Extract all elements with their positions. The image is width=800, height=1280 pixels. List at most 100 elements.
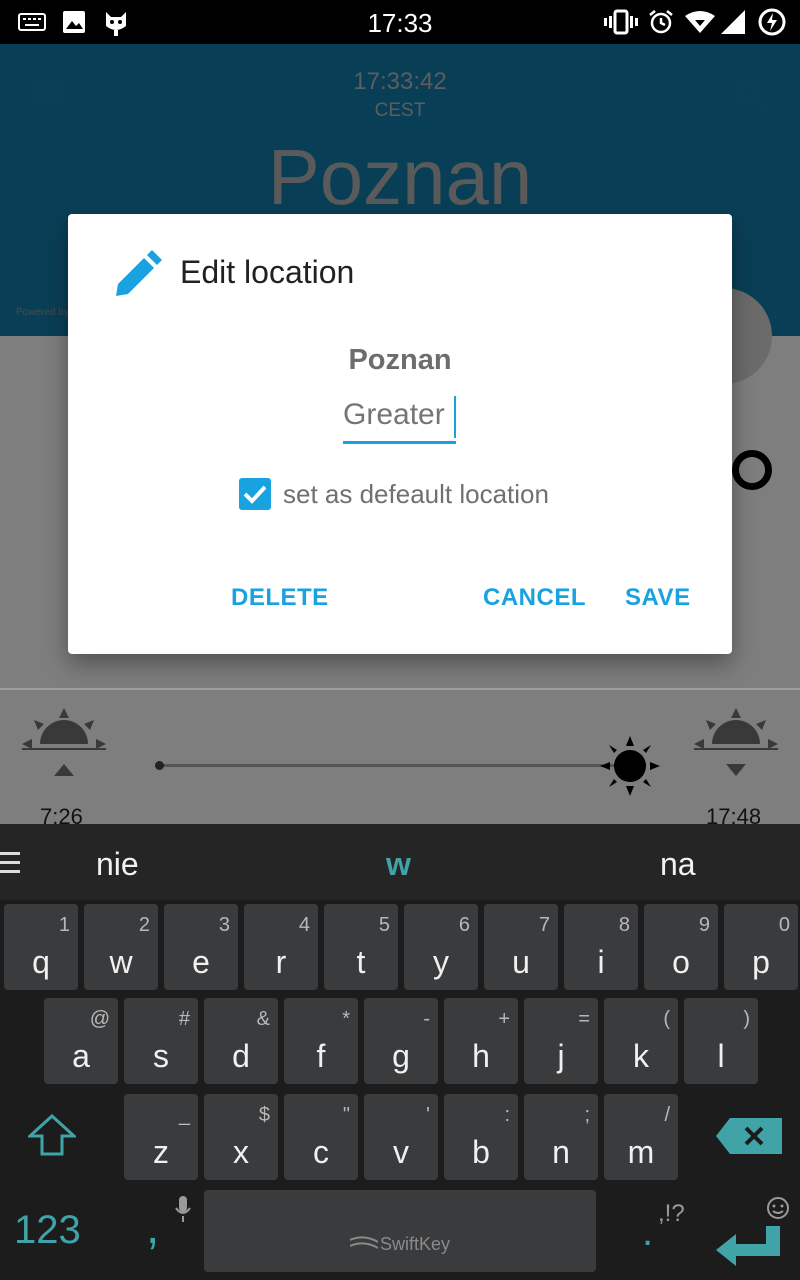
key-p[interactable]: 0p bbox=[724, 904, 798, 990]
key-z[interactable]: _ z bbox=[124, 1094, 198, 1180]
key-w[interactable]: 2w bbox=[84, 904, 158, 990]
key-label: k bbox=[633, 1038, 649, 1074]
alarm-icon bbox=[648, 8, 674, 36]
signal-icon bbox=[720, 8, 746, 36]
suggestion-1[interactable]: nie bbox=[96, 846, 139, 883]
key-alt-label: = bbox=[578, 1008, 590, 1030]
status-time: 17:33 bbox=[367, 8, 433, 38]
key-x[interactable]: $ x bbox=[204, 1094, 278, 1180]
key-label: a bbox=[72, 1038, 90, 1074]
key-q[interactable]: 1q bbox=[4, 904, 78, 990]
key-alt-label: 4 bbox=[298, 914, 310, 936]
key-b[interactable]: :b bbox=[444, 1094, 518, 1180]
key-g[interactable]: -g bbox=[364, 998, 438, 1084]
key-j[interactable]: = j bbox=[524, 998, 598, 1084]
key-label: x bbox=[233, 1134, 249, 1170]
key-label: c bbox=[313, 1134, 329, 1170]
key-label: g bbox=[392, 1038, 410, 1074]
status-bar: 17:33 bbox=[0, 0, 800, 44]
key-alt-label: ) bbox=[743, 1008, 750, 1030]
sunset-icon bbox=[694, 708, 778, 785]
key-d[interactable]: & d bbox=[204, 998, 278, 1084]
key-label: o bbox=[672, 944, 690, 980]
comma-key[interactable]: , bbox=[146, 1200, 159, 1255]
shift-icon[interactable] bbox=[26, 1113, 78, 1161]
mic-icon[interactable] bbox=[175, 1196, 191, 1229]
key-alt-label: 7 bbox=[538, 914, 550, 936]
key-f[interactable]: * f bbox=[284, 998, 358, 1084]
key-label: m bbox=[627, 1134, 655, 1170]
key-alt-label: + bbox=[498, 1008, 510, 1030]
suggestion-3[interactable]: na bbox=[660, 846, 696, 883]
period-key[interactable]: . bbox=[642, 1210, 653, 1255]
key-k[interactable]: (k bbox=[604, 998, 678, 1084]
key-s[interactable]: # s bbox=[124, 998, 198, 1084]
key-label: e bbox=[192, 944, 210, 980]
key-label: h bbox=[472, 1038, 490, 1074]
emoji-icon[interactable] bbox=[766, 1196, 790, 1225]
key-alt-label: / bbox=[664, 1104, 670, 1126]
key-alt-label: & bbox=[256, 1008, 270, 1030]
key-u[interactable]: 7u bbox=[484, 904, 558, 990]
key-alt-label: 0 bbox=[778, 914, 790, 936]
pencil-icon bbox=[112, 250, 162, 305]
location-name: Poznan bbox=[348, 344, 452, 376]
location-input-value[interactable]: Greater bbox=[343, 398, 445, 432]
key-r[interactable]: 4r bbox=[244, 904, 318, 990]
key-e[interactable]: 3e bbox=[164, 904, 238, 990]
key-label: n bbox=[552, 1134, 570, 1170]
key-i[interactable]: 8i bbox=[564, 904, 638, 990]
cancel-button[interactable]: CANCEL bbox=[483, 584, 586, 612]
key-h[interactable]: + h bbox=[444, 998, 518, 1084]
key-label: t bbox=[356, 944, 366, 980]
key-alt-label: 9 bbox=[698, 914, 710, 936]
key-label: j bbox=[557, 1038, 565, 1074]
delete-button[interactable]: DELETE bbox=[231, 584, 329, 612]
key-alt-label: 3 bbox=[218, 914, 230, 936]
timezone: CEST bbox=[374, 100, 426, 121]
key-alt-label: ( bbox=[663, 1008, 670, 1030]
key-alt-label: : bbox=[504, 1104, 510, 1126]
key-n[interactable]: ; n bbox=[524, 1094, 598, 1180]
numbers-key[interactable]: 123 bbox=[14, 1208, 81, 1253]
key-label: z bbox=[153, 1134, 169, 1170]
key-label: y bbox=[433, 944, 449, 980]
vibrate-icon bbox=[604, 8, 638, 36]
battery-charging-icon bbox=[758, 8, 786, 36]
swiftkey-logo: SwiftKey bbox=[380, 1234, 451, 1254]
sunrise-icon bbox=[22, 708, 106, 785]
key-m[interactable]: / m bbox=[604, 1094, 678, 1180]
key-alt-label: 5 bbox=[378, 914, 390, 936]
current-time: 17:33:42 bbox=[353, 68, 447, 95]
suggestion-2[interactable]: w bbox=[386, 846, 411, 883]
suggestion-bar: nie w na bbox=[0, 824, 800, 900]
backspace-icon[interactable] bbox=[716, 1118, 782, 1159]
key-alt-label: - bbox=[423, 1008, 430, 1030]
save-button[interactable]: SAVE bbox=[625, 584, 691, 612]
key-o[interactable]: 9o bbox=[644, 904, 718, 990]
key-label: q bbox=[32, 944, 50, 980]
key-alt-label: * bbox=[342, 1008, 350, 1030]
city-title: Poznan bbox=[267, 133, 533, 221]
key-v[interactable]: ' v bbox=[364, 1094, 438, 1180]
text-cursor bbox=[454, 396, 456, 438]
punctuation-key-alt: ,!? bbox=[658, 1200, 685, 1227]
checkbox-label[interactable]: set as defeault location bbox=[283, 479, 549, 510]
day-progress-track bbox=[158, 764, 618, 767]
key-alt-label: 2 bbox=[138, 914, 150, 936]
key-c[interactable]: " c bbox=[284, 1094, 358, 1180]
key-l[interactable]: ) l bbox=[684, 998, 758, 1084]
key-alt-label: 6 bbox=[458, 914, 470, 936]
space-key[interactable]: SwiftKey bbox=[204, 1190, 596, 1272]
location-input[interactable]: Greater bbox=[343, 394, 456, 444]
enter-icon[interactable] bbox=[716, 1226, 782, 1271]
key-y[interactable]: 6y bbox=[404, 904, 478, 990]
key-label: w bbox=[109, 944, 133, 980]
key-label: f bbox=[316, 1038, 326, 1074]
default-location-checkbox[interactable] bbox=[239, 478, 271, 510]
key-label: i bbox=[597, 944, 605, 980]
key-a[interactable]: @ a bbox=[44, 998, 118, 1084]
key-t[interactable]: 5t bbox=[324, 904, 398, 990]
edit-location-dialog: Edit location Poznan Greater set as defe… bbox=[68, 214, 732, 654]
menu-icon[interactable] bbox=[0, 852, 20, 879]
